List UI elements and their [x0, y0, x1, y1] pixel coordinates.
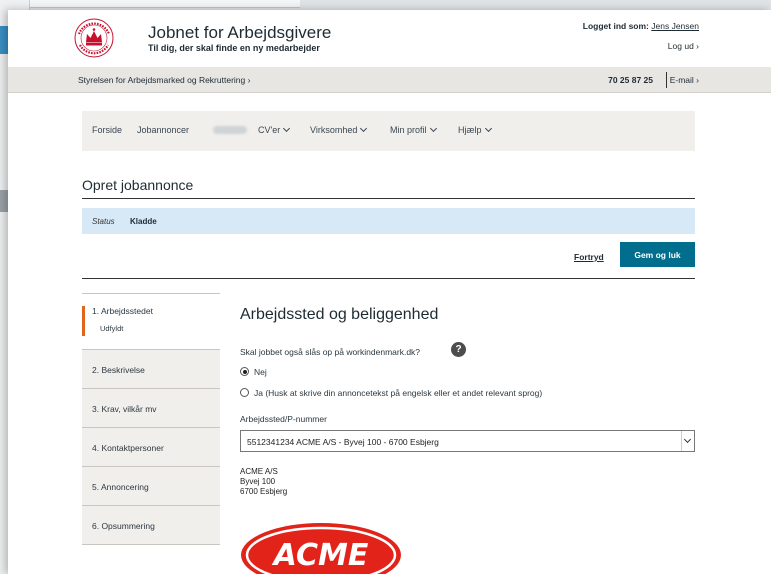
active-step-marker [82, 306, 85, 336]
help-icon[interactable]: ? [451, 342, 466, 357]
logout-link[interactable]: Log ud › [668, 41, 699, 51]
step-label: 2. Beskrivelse [92, 365, 145, 375]
nav-item-virksomhed[interactable]: Virksomhed [310, 124, 368, 135]
chevron-down-icon[interactable] [681, 431, 694, 451]
site-header: Jobnet for Arbejdsgivere Til dig, der sk… [8, 10, 771, 66]
chevron-down-icon [360, 124, 368, 133]
divider [82, 278, 695, 279]
step-status: Udfyldt [100, 324, 124, 333]
radio-button[interactable] [240, 388, 249, 397]
crown-logo-icon[interactable] [74, 18, 114, 58]
phone-number: 70 25 87 25 [608, 75, 653, 85]
divider [82, 198, 695, 199]
step-label: 6. Opsummering [92, 521, 155, 531]
step-label: 3. Krav, vilkår mv [92, 404, 157, 414]
select-value: 5512341234 ACME A/S - Byvej 100 - 6700 E… [247, 437, 439, 447]
main-nav: Forside Jobannoncer CV'er Virksomhed Min… [82, 111, 695, 151]
logo-text: ACME [272, 538, 369, 573]
nav-item-cver[interactable]: CV'er [258, 124, 291, 135]
radio-label: Nej [254, 367, 267, 377]
status-label: Status [92, 217, 115, 226]
nav-item-min-profil[interactable]: Min profil [390, 124, 437, 135]
page-title: Opret jobannonce [82, 177, 194, 193]
site-subtitle: Til dig, der skal finde en ny medarbejde… [148, 43, 320, 53]
workplace-select[interactable]: 5512341234 ACME A/S - Byvej 100 - 6700 E… [240, 430, 695, 452]
workplace-field-label: Arbejdssted/P-nummer [240, 414, 327, 424]
nav-item-forside[interactable]: Forside [92, 125, 122, 135]
step-label: 1. Arbejdsstedet [92, 306, 153, 316]
step-item-opsummering[interactable]: 6. Opsummering [82, 506, 220, 545]
address-line: 6700 Esbjerg [240, 487, 288, 496]
nav-item-jobannoncer[interactable]: Jobannoncer [137, 125, 189, 135]
nav-label: Virksomhed [310, 125, 358, 135]
jobnet-page: Jobnet for Arbejdsgivere Til dig, der sk… [8, 10, 771, 574]
nav-label: Min profil [390, 125, 427, 135]
step-item-beskrivelse[interactable]: 2. Beskrivelse [82, 350, 220, 389]
step-item-arbejdsstedet[interactable]: 1. Arbejdsstedet Udfyldt [82, 293, 220, 350]
nav-item-hjaelp[interactable]: Hjælp [458, 124, 492, 135]
step-item-krav[interactable]: 3. Krav, vilkår mv [82, 389, 220, 428]
chevron-down-icon [429, 124, 437, 133]
step-list: 1. Arbejdsstedet Udfyldt 2. Beskrivelse … [82, 293, 220, 545]
divider [666, 72, 667, 88]
step-item-kontaktpersoner[interactable]: 4. Kontaktpersoner [82, 428, 220, 467]
login-user-link[interactable]: Jens Jensen [651, 21, 699, 31]
workplace-address: ACME A/S Byvej 100 6700 Esbjerg [240, 467, 287, 497]
radio-option-ja[interactable]: Ja (Husk at skrive din annoncetekst på e… [240, 388, 542, 398]
company-logo: ACME [241, 523, 401, 574]
workindenmark-question: Skal jobbet også slås op på workindenmar… [240, 347, 421, 357]
form-heading: Arbejdssted og beliggenhed [240, 306, 439, 323]
background-window-titlebar [0, 0, 300, 8]
step-label: 4. Kontaktpersoner [92, 443, 164, 453]
radio-button-checked[interactable] [240, 367, 249, 376]
address-line: ACME A/S [240, 467, 278, 476]
login-info: Logget ind som: Jens Jensen [583, 21, 699, 31]
status-bar: Status Kladde [82, 208, 695, 234]
login-prefix: Logget ind som: [582, 21, 649, 31]
chevron-down-icon [484, 124, 492, 133]
nav-item-redacted[interactable] [213, 126, 247, 134]
email-link[interactable]: E-mail › [670, 75, 699, 85]
nav-label: CV'er [258, 125, 281, 135]
cancel-link[interactable]: Fortryd [574, 252, 604, 262]
radio-option-nej[interactable]: Nej [240, 367, 267, 377]
site-title: Jobnet for Arbejdsgivere [148, 23, 332, 42]
step-item-annoncering[interactable]: 5. Annoncering [82, 467, 220, 506]
agency-link[interactable]: Styrelsen for Arbejdsmarked og Rekrutter… [78, 75, 250, 85]
save-and-close-button[interactable]: Gem og luk [620, 242, 695, 267]
address-line: Byvej 100 [240, 477, 276, 486]
radio-label: Ja (Husk at skrive din annoncetekst på e… [254, 388, 543, 398]
nav-label: Hjælp [458, 125, 482, 135]
status-badge: Kladde [130, 217, 157, 226]
chevron-down-icon [283, 124, 291, 133]
background-window-tab [0, 190, 8, 212]
step-label: 5. Annoncering [92, 482, 149, 492]
agency-bar: Styrelsen for Arbejdsmarked og Rekrutter… [8, 67, 771, 93]
